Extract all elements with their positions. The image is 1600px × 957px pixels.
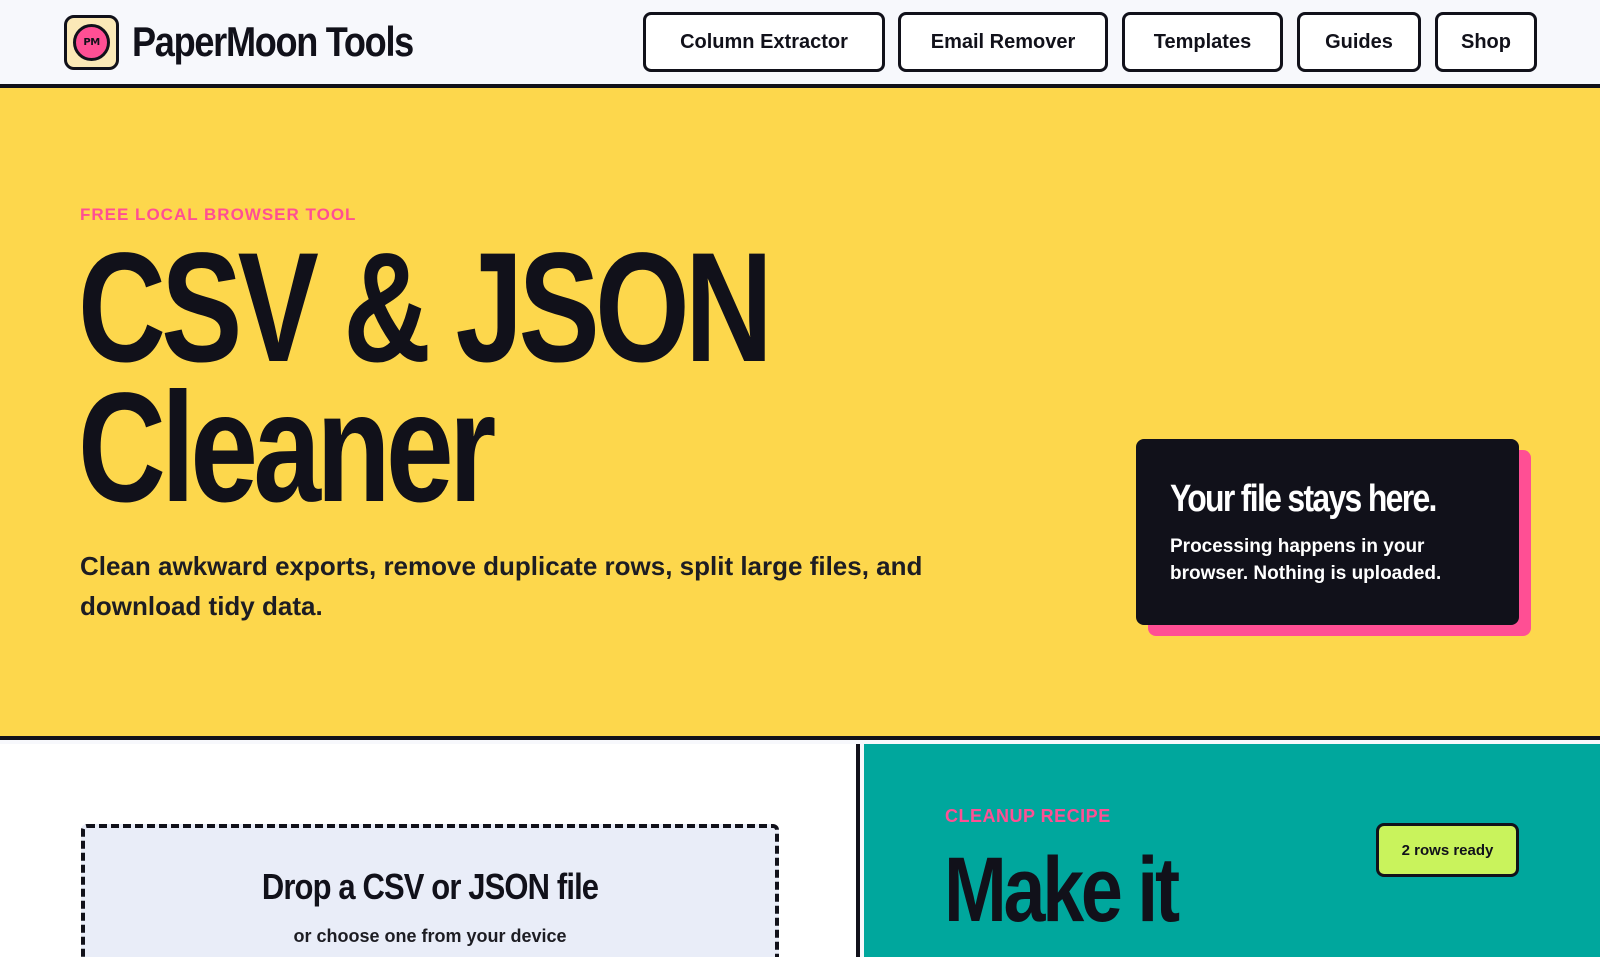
cleanup-recipe-section: CLEANUP RECIPE Make it 2 rows ready: [864, 744, 1600, 957]
recipe-eyebrow: CLEANUP RECIPE: [945, 806, 1111, 826]
brand-name[interactable]: PaperMoon Tools: [132, 18, 414, 66]
hero-title-line-2: Cleaner: [78, 361, 496, 535]
nav-shop[interactable]: Shop: [1435, 12, 1537, 72]
hero-title: CSV & JSON Cleaner: [78, 230, 780, 526]
brand-logo[interactable]: PM: [64, 15, 119, 70]
nav-column-extractor[interactable]: Column Extractor: [643, 12, 885, 72]
recipe-title: Make it: [944, 839, 1180, 941]
file-dropzone[interactable]: Drop a CSV or JSON file or choose one fr…: [81, 824, 779, 957]
hero-subtitle: Clean awkward exports, remove duplicate …: [80, 551, 923, 621]
nav-email-remover[interactable]: Email Remover: [898, 12, 1108, 72]
dropzone-title: Drop a CSV or JSON file: [261, 866, 599, 907]
hero-section: FREE LOCAL BROWSER TOOL CSV & JSON Clean…: [0, 88, 1600, 740]
privacy-card-body: Processing happens in your browser. Noth…: [1170, 536, 1442, 584]
nav-guides[interactable]: Guides: [1297, 12, 1421, 72]
upload-section: Drop a CSV or JSON file or choose one fr…: [0, 744, 860, 957]
logo-mark: PM: [73, 24, 110, 61]
nav-templates[interactable]: Templates: [1122, 12, 1283, 72]
dropzone-subtitle[interactable]: or choose one from your device: [85, 926, 775, 947]
rows-ready-badge: 2 rows ready: [1376, 823, 1519, 877]
site-header: PM PaperMoon Tools Column Extractor Emai…: [0, 0, 1600, 88]
privacy-card: Your file stays here. Processing happens…: [1136, 439, 1519, 625]
privacy-card-title: Your file stays here.: [1170, 478, 1437, 520]
